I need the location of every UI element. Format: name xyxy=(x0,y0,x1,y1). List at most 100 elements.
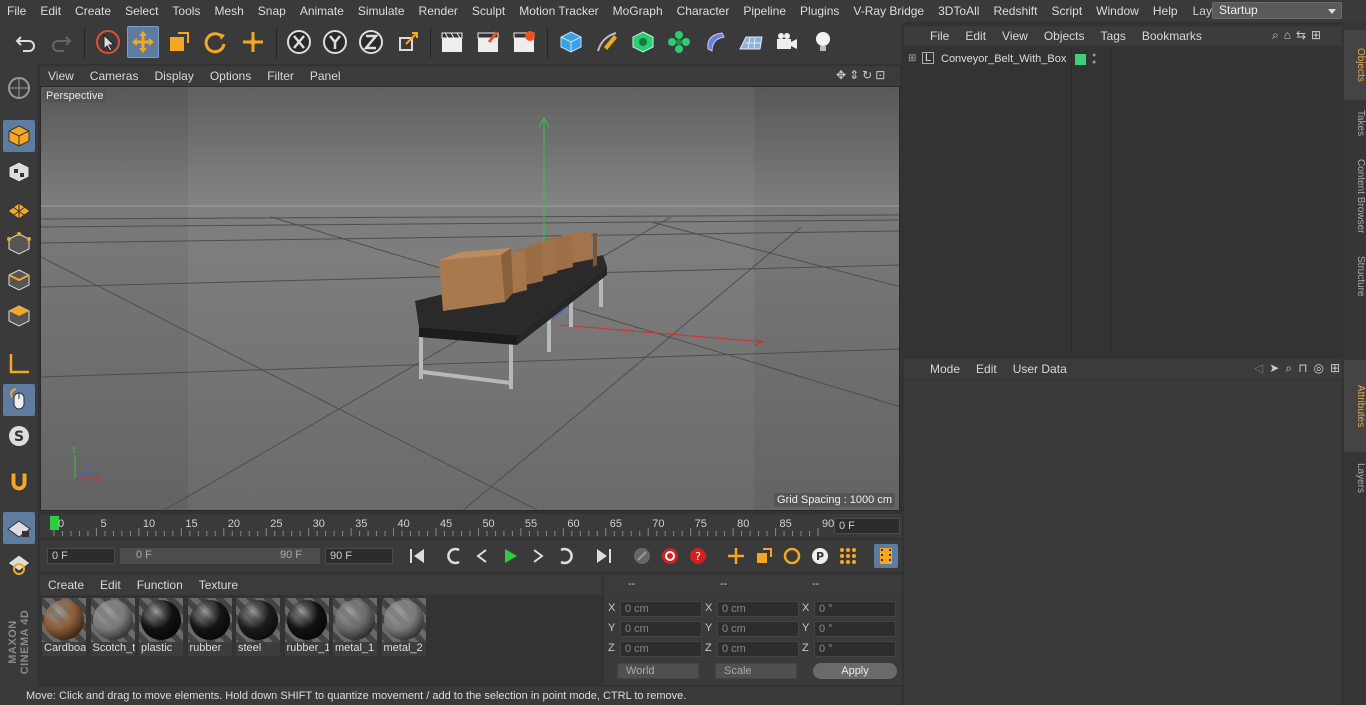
key-pla-button[interactable] xyxy=(836,544,860,568)
prev-keyframe-button[interactable] xyxy=(442,544,466,568)
menu-motion-tracker[interactable]: Motion Tracker xyxy=(512,0,605,22)
dolly-icon[interactable]: ⇕ xyxy=(849,68,859,84)
material-swatch[interactable]: metal_1 xyxy=(333,598,377,656)
attribute-menu-user-data[interactable]: User Data xyxy=(1005,362,1075,376)
side-tab-structure[interactable]: Structure xyxy=(1344,240,1366,312)
edges-mode-button[interactable] xyxy=(3,264,35,296)
timeline-window-button[interactable] xyxy=(874,544,898,568)
attribute-menu-mode[interactable]: Mode xyxy=(922,362,968,376)
visibility-dots-icon[interactable]: ● ● xyxy=(1092,52,1096,66)
current-frame-field[interactable]: 0 F xyxy=(834,518,900,534)
menu-mesh[interactable]: Mesh xyxy=(207,0,250,22)
subdivision-surface-button[interactable] xyxy=(627,26,659,58)
viewport-camera-label[interactable]: Perspective xyxy=(43,89,107,103)
key-position-button[interactable] xyxy=(724,544,748,568)
side-tab-attributes[interactable]: Attributes xyxy=(1344,360,1366,452)
autokeying-button[interactable]: ? xyxy=(686,544,710,568)
object-menu-tags[interactable]: Tags xyxy=(1093,29,1134,43)
material-swatch[interactable]: Scotch_tape xyxy=(90,598,135,656)
viewport-menu-filter[interactable]: Filter xyxy=(259,69,302,83)
end-frame-field[interactable]: 90 F xyxy=(325,548,393,564)
scale-tool-button[interactable] xyxy=(163,26,195,58)
frame-ruler[interactable]: 0 5 10 15 20 25 30 35 40 45 50 55 60 65 70 75 80 85 90 xyxy=(48,514,834,536)
menu-character[interactable]: Character xyxy=(670,0,737,22)
cube-object-button[interactable] xyxy=(555,26,587,58)
position-field[interactable]: 0 cm xyxy=(620,641,702,657)
rotation-field[interactable]: 0 ° xyxy=(814,641,896,657)
menu-script[interactable]: Script xyxy=(1044,0,1089,22)
prev-frame-button[interactable] xyxy=(470,544,494,568)
menu-window[interactable]: Window xyxy=(1089,0,1146,22)
object-name[interactable]: Conveyor_Belt_With_Box xyxy=(941,53,1066,65)
menu-create[interactable]: Create xyxy=(68,0,118,22)
viewport-menu-view[interactable]: View xyxy=(40,69,82,83)
coordinate-system-button[interactable] xyxy=(392,26,424,58)
position-field[interactable]: 0 cm xyxy=(620,601,702,617)
select-tool-button[interactable] xyxy=(92,26,124,58)
material-swatch[interactable]: rubber xyxy=(187,598,232,656)
render-view-button[interactable] xyxy=(436,26,468,58)
viewport-menu-display[interactable]: Display xyxy=(146,69,201,83)
object-row[interactable]: ⊞ L Conveyor_Belt_With_Box ● ● xyxy=(906,52,1111,69)
play-button[interactable] xyxy=(498,544,522,568)
menu-edit[interactable]: Edit xyxy=(33,0,68,22)
material-menu-create[interactable]: Create xyxy=(40,578,92,592)
undo-button[interactable] xyxy=(10,26,42,58)
object-menu-file[interactable]: File xyxy=(922,29,957,43)
apply-button[interactable]: Apply xyxy=(813,663,897,679)
coordinate-mode-select[interactable]: World xyxy=(617,663,699,679)
frame-range-slider[interactable]: 0 F 90 F xyxy=(120,548,320,564)
search-icon[interactable]: ⌕ xyxy=(1285,361,1292,377)
object-menu-edit[interactable]: Edit xyxy=(957,29,994,43)
perspective-viewport[interactable]: Perspective Grid Spacing : 1000 cm Y X Z xyxy=(40,86,900,511)
back-arrow-icon[interactable]: ◁ xyxy=(1254,361,1263,377)
material-swatch[interactable]: Cardboard xyxy=(42,598,86,656)
attribute-menu-edit[interactable]: Edit xyxy=(968,362,1005,376)
next-keyframe-button[interactable] xyxy=(554,544,578,568)
menu-mograph[interactable]: MoGraph xyxy=(606,0,670,22)
rotate-tool-button[interactable] xyxy=(199,26,231,58)
viewport-menu-panel[interactable]: Panel xyxy=(302,69,349,83)
locked-workplane-button[interactable] xyxy=(3,548,35,580)
menu-snap[interactable]: Snap xyxy=(251,0,293,22)
menu-select[interactable]: Select xyxy=(118,0,165,22)
object-menu-bookmarks[interactable]: Bookmarks xyxy=(1134,29,1210,43)
side-tab-objects[interactable]: Objects xyxy=(1344,30,1366,100)
cloner-button[interactable] xyxy=(663,26,695,58)
material-swatch[interactable]: steel xyxy=(236,598,280,656)
orbit-icon[interactable]: ↻ xyxy=(862,68,872,84)
side-tab-takes[interactable]: Takes xyxy=(1344,102,1366,144)
menu-sculpt[interactable]: Sculpt xyxy=(465,0,512,22)
light-object-button[interactable] xyxy=(807,26,839,58)
axis-mode-button[interactable] xyxy=(3,348,35,380)
layout-select[interactable]: Startup xyxy=(1212,2,1342,19)
material-swatch[interactable]: rubber_1 xyxy=(284,598,329,656)
menu-v-ray-bridge[interactable]: V-Ray Bridge xyxy=(846,0,931,22)
target-icon[interactable]: ◎ xyxy=(1313,361,1323,377)
floor-object-button[interactable] xyxy=(735,26,767,58)
menu-tools[interactable]: Tools xyxy=(165,0,207,22)
record-objects-button[interactable] xyxy=(630,544,654,568)
menu-pipeline[interactable]: Pipeline xyxy=(736,0,793,22)
lock-icon[interactable]: ⊓ xyxy=(1298,361,1307,377)
pointer-icon[interactable]: ➤ xyxy=(1269,361,1279,377)
side-tab-content-browser[interactable]: Content Browser xyxy=(1344,146,1366,246)
material-menu-function[interactable]: Function xyxy=(129,578,191,592)
viewport-menu-options[interactable]: Options xyxy=(202,69,259,83)
menu-help[interactable]: Help xyxy=(1146,0,1185,22)
menu-file[interactable]: File xyxy=(0,0,33,22)
object-menu-objects[interactable]: Objects xyxy=(1036,29,1093,43)
new-window-icon[interactable]: ⊞ xyxy=(1330,361,1340,377)
menu-animate[interactable]: Animate xyxy=(293,0,351,22)
deformer-button[interactable] xyxy=(699,26,731,58)
key-scale-button[interactable] xyxy=(752,544,776,568)
record-button[interactable] xyxy=(658,544,682,568)
menu-simulate[interactable]: Simulate xyxy=(351,0,412,22)
points-mode-button[interactable] xyxy=(3,228,35,260)
maximize-view-icon[interactable]: ⊡ xyxy=(875,68,885,84)
solo-button[interactable]: S xyxy=(3,420,35,452)
rotation-field[interactable]: 0 ° xyxy=(814,601,896,617)
goto-start-button[interactable] xyxy=(405,544,429,568)
redo-button[interactable] xyxy=(45,26,77,58)
model-mode-button[interactable] xyxy=(3,120,35,152)
